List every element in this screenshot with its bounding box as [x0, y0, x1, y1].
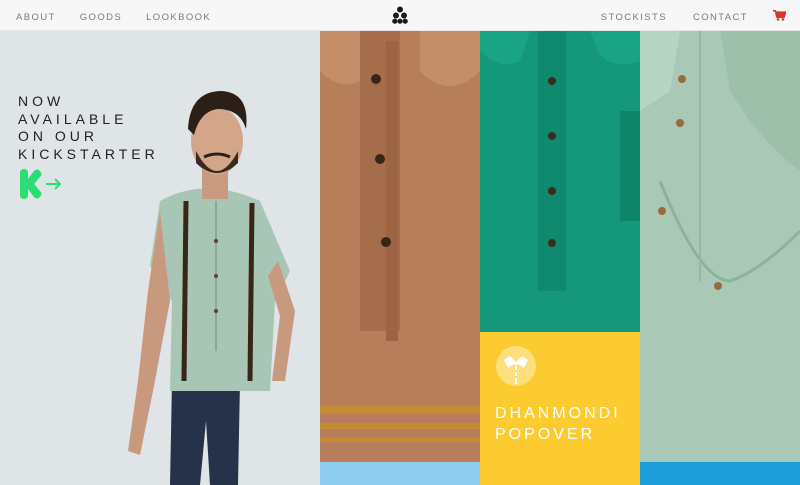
blue-strip [640, 462, 800, 485]
shopping-cart-icon[interactable] [773, 10, 786, 21]
light-blue-strip [320, 462, 480, 485]
triangle-dots-logo-icon[interactable] [392, 6, 408, 24]
primary-nav: ABOUT GOODS LOOKBOOK [16, 12, 211, 23]
product-name-line: POPOVER [495, 426, 596, 443]
rust-shirt-panel[interactable] [320, 31, 480, 485]
headline-line: ON OUR [18, 128, 98, 144]
nav-about-link[interactable]: ABOUT [16, 12, 56, 23]
product-name[interactable]: DHANMONDI POPOVER [495, 403, 621, 445]
headline-line: KICKSTARTER [18, 145, 159, 162]
secondary-nav: STOCKISTS CONTACT [601, 12, 748, 23]
shirt-collar-icon [496, 346, 536, 386]
mint-shirt-photo [640, 31, 800, 462]
kickstarter-logo-icon[interactable] [18, 169, 62, 199]
mint-shirt-panel[interactable] [640, 31, 800, 485]
site-header: ABOUT GOODS LOOKBOOK STOCKISTS CONTACT [0, 0, 800, 31]
nav-stockists-link[interactable]: STOCKISTS [601, 12, 667, 23]
headline-line: AVAILABLE [18, 110, 128, 127]
hero-panel[interactable]: NOW AVAILABLE ON OUR KICKSTARTER [0, 31, 320, 485]
product-name-line: DHANMONDI [495, 405, 621, 422]
kickstarter-headline: NOW AVAILABLE ON OUR KICKSTARTER [18, 93, 159, 163]
headline-line: NOW [18, 93, 65, 109]
nav-lookbook-link[interactable]: LOOKBOOK [146, 12, 211, 23]
nav-goods-link[interactable]: GOODS [80, 12, 122, 23]
nav-contact-link[interactable]: CONTACT [693, 12, 748, 23]
rust-shirt-photo [320, 31, 480, 485]
teal-shirt-photo [480, 31, 640, 333]
